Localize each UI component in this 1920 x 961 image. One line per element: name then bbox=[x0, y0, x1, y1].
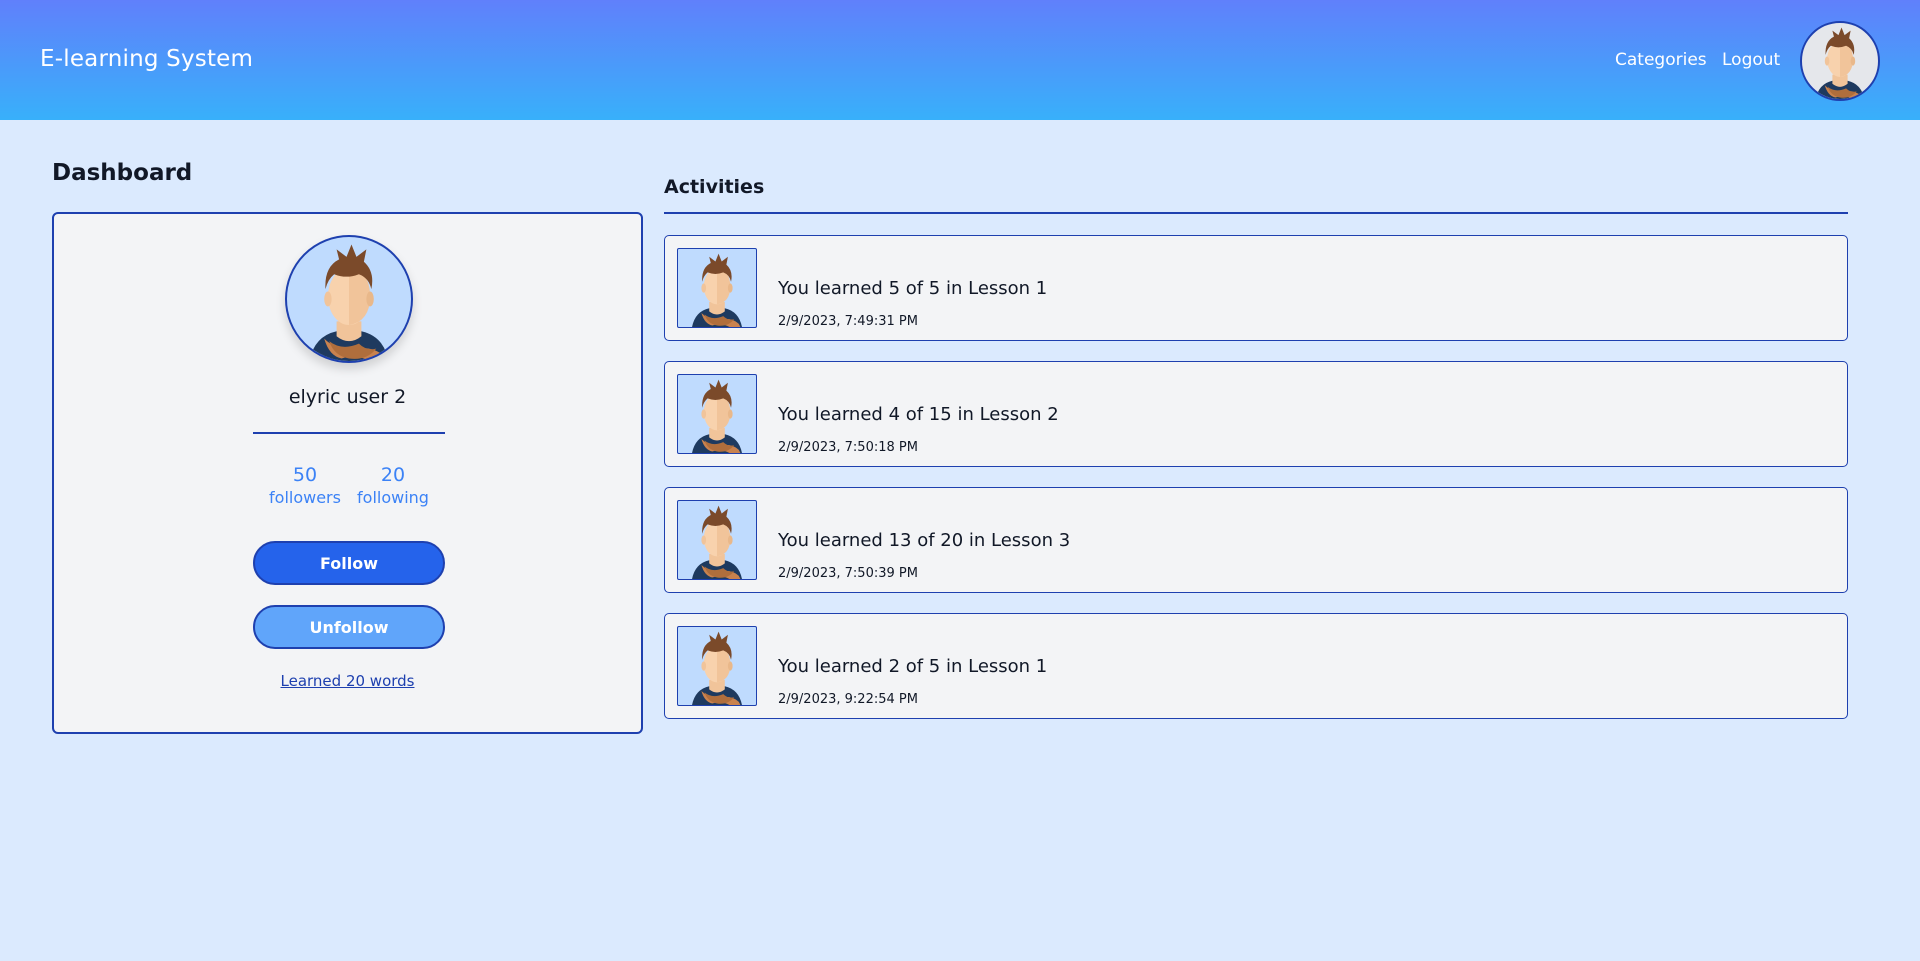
follow-button[interactable]: Follow bbox=[253, 541, 445, 585]
activity-avatar-icon bbox=[677, 500, 757, 580]
unfollow-button[interactable]: Unfollow bbox=[253, 605, 445, 649]
activity-text: You learned 5 of 5 in Lesson 1 bbox=[778, 278, 1048, 299]
activity-item: You learned 13 of 20 in Lesson 3 2/9/202… bbox=[664, 487, 1848, 593]
activity-text: You learned 13 of 20 in Lesson 3 bbox=[778, 530, 1071, 551]
activity-timestamp: 2/9/2023, 7:50:18 PM bbox=[778, 440, 918, 455]
activity-item: You learned 2 of 5 in Lesson 1 2/9/2023,… bbox=[664, 613, 1848, 719]
nav-logout-link[interactable]: Logout bbox=[1722, 50, 1780, 70]
brand-title[interactable]: E-learning System bbox=[40, 46, 253, 72]
dashboard-title: Dashboard bbox=[52, 160, 193, 186]
followers-count: 50 bbox=[292, 464, 318, 486]
followers-label: followers bbox=[269, 488, 341, 507]
profile-avatar-icon bbox=[285, 235, 413, 363]
nav-categories-link[interactable]: Categories bbox=[1615, 50, 1707, 70]
top-navbar: E-learning System Categories Logout bbox=[0, 0, 1920, 120]
activity-item: You learned 5 of 5 in Lesson 1 2/9/2023,… bbox=[664, 235, 1848, 341]
activity-text: You learned 2 of 5 in Lesson 1 bbox=[778, 656, 1048, 677]
activity-timestamp: 2/9/2023, 7:49:31 PM bbox=[778, 314, 918, 329]
following-label: following bbox=[357, 488, 429, 507]
learned-words-link[interactable]: Learned 20 words bbox=[54, 672, 641, 690]
profile-username: elyric user 2 bbox=[288, 386, 407, 408]
activity-text: You learned 4 of 15 in Lesson 2 bbox=[778, 404, 1059, 425]
following-stat[interactable]: 20 following bbox=[353, 464, 433, 507]
following-count: 20 bbox=[380, 464, 406, 486]
followers-stat[interactable]: 50 followers bbox=[265, 464, 345, 507]
activity-avatar-icon bbox=[677, 374, 757, 454]
profile-divider bbox=[253, 432, 445, 434]
profile-card: elyric user 2 50 followers 20 following … bbox=[52, 212, 643, 734]
activity-item: You learned 4 of 15 in Lesson 2 2/9/2023… bbox=[664, 361, 1848, 467]
activity-avatar-icon bbox=[677, 626, 757, 706]
user-avatar-icon[interactable] bbox=[1800, 21, 1880, 101]
activity-avatar-icon bbox=[677, 248, 757, 328]
activities-title: Activities bbox=[664, 176, 765, 198]
activity-timestamp: 2/9/2023, 9:22:54 PM bbox=[778, 692, 918, 707]
activities-divider bbox=[664, 212, 1848, 214]
activity-timestamp: 2/9/2023, 7:50:39 PM bbox=[778, 566, 918, 581]
